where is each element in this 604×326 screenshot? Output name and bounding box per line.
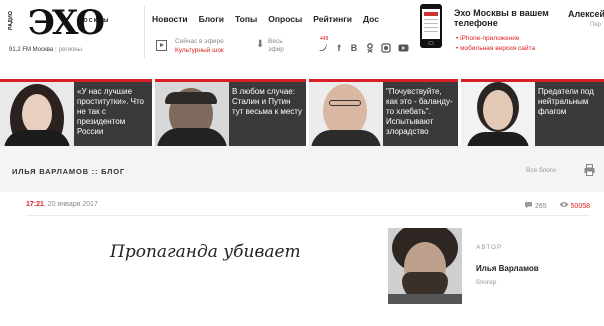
featured-photo xyxy=(309,82,383,146)
live-label: Сейчас в эфире xyxy=(175,38,224,45)
featured-strip: «У нас лучшие проститутки». Что не так с… xyxy=(0,79,604,146)
livejournal-icon[interactable] xyxy=(381,43,391,53)
nav-item-ratings[interactable]: Рейтинги xyxy=(313,14,352,24)
facebook-icon[interactable]: f xyxy=(334,43,344,53)
youtube-icon[interactable] xyxy=(398,43,409,53)
user-name[interactable]: Алексей xyxy=(568,9,604,19)
blog-title[interactable]: ИЛЬЯ ВАРЛАМОВ :: БЛОГ xyxy=(12,167,125,176)
author-role: блогер xyxy=(476,279,497,286)
logo-radio-text: РАДИО xyxy=(8,10,14,30)
nav-item-more[interactable]: Дос xyxy=(363,14,379,24)
post-meta: 17:21, 20 января 2017 xyxy=(26,201,98,208)
comment-icon[interactable] xyxy=(524,202,535,210)
post-title: Пропаганда убивает xyxy=(110,242,301,262)
featured-text: «У нас лучшие проститутки». Что не так с… xyxy=(77,87,144,136)
vk-icon[interactable]: B xyxy=(349,43,359,53)
iphone-app-link[interactable]: iPhone-приложение xyxy=(456,35,519,42)
post-time: 17:21 xyxy=(26,201,44,208)
all-blogs-link[interactable]: Все блоги xyxy=(526,167,556,174)
post-stats: 265 50058 xyxy=(524,201,590,210)
featured-text: Предатели под нейтральным флагом xyxy=(538,87,594,116)
social-count: 448 xyxy=(320,36,329,42)
download-arrow-icon: ⬇ xyxy=(256,39,265,50)
full-air-label: Весь эфир xyxy=(268,38,284,53)
site-header: РАДИО ЭХО МОСКВЫ 91,2 FM Москва | регионы … xyxy=(0,0,604,64)
social-links: 448 f B xyxy=(318,36,414,56)
featured-card[interactable]: В любом случае: Сталин и Путин тут весьм… xyxy=(155,79,306,146)
nav-item-news[interactable]: Новости xyxy=(152,14,188,24)
echo-logo[interactable]: РАДИО ЭХО МОСКВЫ xyxy=(8,4,144,44)
featured-text: В любом случае: Сталин и Путин тут весьм… xyxy=(232,87,303,116)
print-icon[interactable] xyxy=(584,163,595,176)
author-avatar[interactable] xyxy=(388,228,462,304)
odnoklassniki-icon[interactable] xyxy=(365,43,375,53)
featured-photo xyxy=(461,82,535,146)
frequency-line: 91,2 FM Москва | регионы xyxy=(9,47,82,53)
featured-card[interactable]: "Почувствуйте, как это - баланду-то хлеб… xyxy=(309,79,458,146)
nav-item-tops[interactable]: Топы xyxy=(235,14,257,24)
phone-illustration[interactable] xyxy=(420,4,442,48)
main-nav: Новости Блоги Топы Опросы Рейтинги Дос xyxy=(152,9,410,27)
logo-moskvy-text: МОСКВЫ xyxy=(78,18,110,24)
featured-photo xyxy=(155,82,229,146)
mobile-site-link[interactable]: мобильная версия сайта xyxy=(456,45,535,52)
play-icon[interactable] xyxy=(156,40,167,51)
live-show-link[interactable]: Культурный шок xyxy=(175,47,224,54)
page: РАДИО ЭХО МОСКВЫ 91,2 FM Москва | регионы … xyxy=(0,0,604,326)
blog-post: 17:21, 20 января 2017 265 50058 Пропаган… xyxy=(10,192,604,326)
author-name[interactable]: Илья Варламов xyxy=(476,264,539,273)
featured-photo xyxy=(0,82,74,146)
frequency-text: 91,2 FM Москва xyxy=(9,47,54,53)
full-air[interactable]: ⬇ Весь эфир xyxy=(256,36,302,58)
mobile-promo-title[interactable]: Эхо Москвы в вашем телефоне xyxy=(454,8,550,28)
header-divider xyxy=(144,6,145,58)
live-now[interactable]: Сейчас в эфире Культурный шок xyxy=(156,36,248,56)
featured-card[interactable]: Предатели под нейтральным флагом xyxy=(461,79,604,146)
views-count: 50058 xyxy=(570,203,590,210)
nav-item-polls[interactable]: Опросы xyxy=(268,14,302,24)
post-divider xyxy=(26,215,590,216)
regions-link[interactable]: регионы xyxy=(59,47,82,53)
nav-item-blogs[interactable]: Блоги xyxy=(199,14,224,24)
featured-text: "Почувствуйте, как это - баланду-то хлеб… xyxy=(386,87,453,136)
featured-card[interactable]: «У нас лучшие проститутки». Что не так с… xyxy=(0,79,152,146)
twitter-icon[interactable] xyxy=(318,43,328,53)
eye-icon xyxy=(559,202,571,210)
comments-count[interactable]: 265 xyxy=(535,203,547,210)
blog-header: ИЛЬЯ ВАРЛАМОВ :: БЛОГ Все блоги xyxy=(0,146,604,192)
user-sub-link[interactable]: Пер xyxy=(590,22,601,28)
author-label: АВТОР xyxy=(476,244,503,251)
post-date: 20 января 2017 xyxy=(47,201,98,208)
